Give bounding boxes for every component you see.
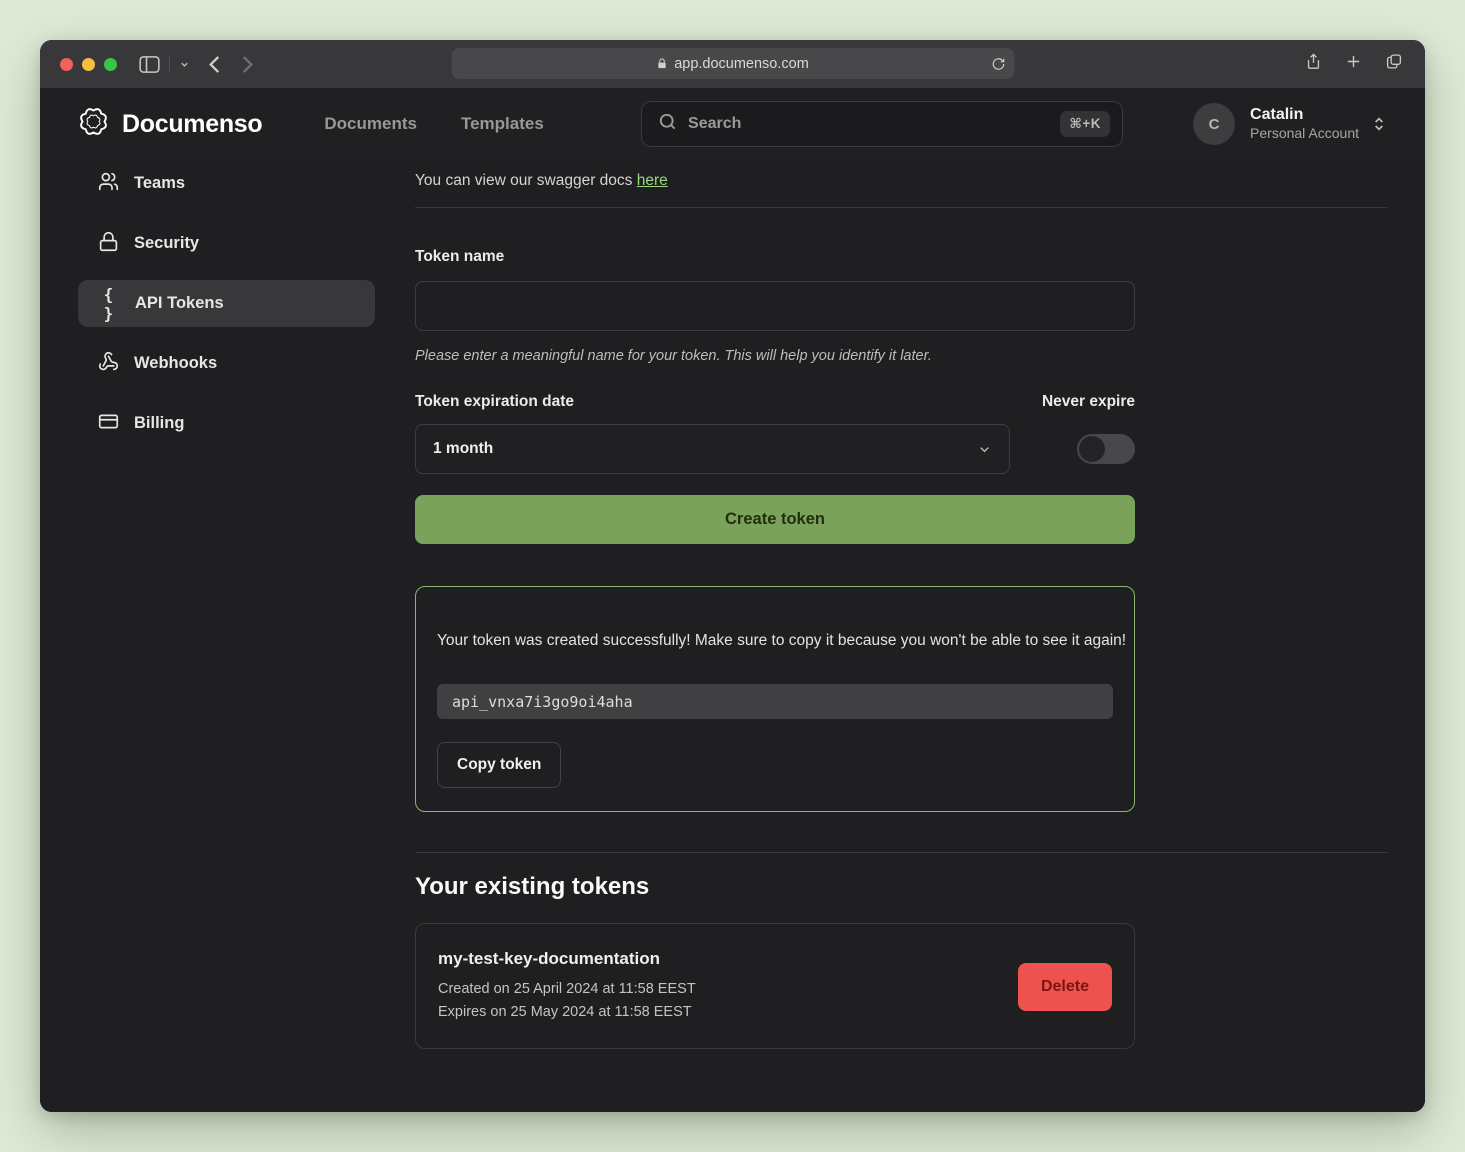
existing-token-created: Created on 25 April 2024 at 11:58 EEST [438,981,1112,997]
settings-sidebar: Teams Security { } API Tokens Webhooks [40,160,375,1112]
divider [415,852,1387,853]
expiration-selected-value: 1 month [433,440,493,458]
back-icon[interactable] [208,55,221,74]
lock-icon [656,57,667,70]
account-menu[interactable]: C Catalin Personal Account [1193,103,1387,145]
sidebar-item-label: Billing [134,414,184,433]
credit-card-icon [98,411,119,437]
sidebar-item-teams[interactable]: Teams [78,160,375,207]
token-created-message: Your token was created successfully! Mak… [437,628,1127,653]
search-input[interactable] [688,115,1049,133]
sidebar-item-api-tokens[interactable]: { } API Tokens [78,280,375,327]
existing-tokens-heading: Your existing tokens [415,873,1387,901]
token-name-label: Token name [415,248,1135,266]
search-bar[interactable]: ⌘+K [641,101,1123,147]
token-value[interactable]: api_vnxa7i3go9oi4aha [437,684,1113,719]
browser-toolbar: app.documenso.com [40,40,1425,88]
top-nav: Documents Templates [324,114,543,134]
tab-overview-icon[interactable] [1385,53,1403,75]
chrome-nav-group [139,55,254,74]
brand[interactable]: Documenso [78,106,262,142]
divider [415,207,1387,208]
toolbar-separator [169,56,170,72]
existing-token-row: my-test-key-documentation Created on 25 … [415,923,1135,1049]
sidebar-item-label: Security [134,234,199,253]
never-expire-label: Never expire [1042,393,1135,411]
chevron-down-icon [977,442,992,457]
browser-window: app.documenso.com [40,40,1425,1112]
never-expire-toggle[interactable] [1077,434,1135,464]
sidebar-item-label: Teams [134,174,185,193]
lock-icon [98,231,119,257]
search-icon [658,112,677,136]
sidebar-item-label: API Tokens [135,294,224,313]
create-token-button[interactable]: Create token [415,495,1135,544]
swagger-docs-text: You can view our swagger docs [415,172,637,189]
traffic-lights [60,58,117,71]
existing-token-name: my-test-key-documentation [438,949,1112,969]
address-url: app.documenso.com [674,56,809,72]
toggle-knob [1079,436,1105,462]
nav-documents[interactable]: Documents [324,114,417,134]
chevrons-up-down-icon [1371,116,1387,132]
address-bar[interactable]: app.documenso.com [451,48,1014,79]
users-icon [98,171,119,197]
expiration-label: Token expiration date [415,393,574,411]
chevron-down-icon[interactable] [179,59,190,70]
token-created-box: Your token was created successfully! Mak… [415,586,1135,812]
token-name-helper: Please enter a meaningful name for your … [415,348,1135,364]
search-shortcut-badge: ⌘+K [1060,111,1110,137]
swagger-docs-link[interactable]: here [637,172,668,189]
sidebar-item-security[interactable]: Security [78,220,375,267]
account-name: Catalin [1250,105,1359,125]
documenso-logo-icon [78,106,109,142]
close-window-button[interactable] [60,58,73,71]
app-header: Documenso Documents Templates ⌘+K C Cata… [40,88,1425,160]
delete-token-button[interactable]: Delete [1018,963,1112,1011]
brand-name: Documenso [122,110,262,139]
token-name-input[interactable] [415,281,1135,331]
account-subtitle: Personal Account [1250,125,1359,143]
api-tokens-panel: You can view our swagger docs here Token… [375,160,1425,1112]
expiration-select[interactable]: 1 month [415,424,1010,474]
nav-templates[interactable]: Templates [461,114,544,134]
sidebar-item-billing[interactable]: Billing [78,400,375,447]
copy-token-button[interactable]: Copy token [437,742,561,788]
chrome-right-group [1305,52,1403,76]
share-icon[interactable] [1305,52,1322,76]
sidebar-toggle-icon[interactable] [139,56,160,73]
minimize-window-button[interactable] [82,58,95,71]
forward-icon[interactable] [241,55,254,74]
braces-icon: { } [98,285,120,323]
swagger-docs-line: You can view our swagger docs here [415,172,1387,190]
existing-token-expires: Expires on 25 May 2024 at 11:58 EEST [438,1004,1112,1020]
webhook-icon [98,351,119,377]
zoom-window-button[interactable] [104,58,117,71]
reload-icon[interactable] [991,57,1005,71]
avatar: C [1193,103,1235,145]
sidebar-item-label: Webhooks [134,354,217,373]
sidebar-item-webhooks[interactable]: Webhooks [78,340,375,387]
new-tab-icon[interactable] [1345,53,1362,75]
